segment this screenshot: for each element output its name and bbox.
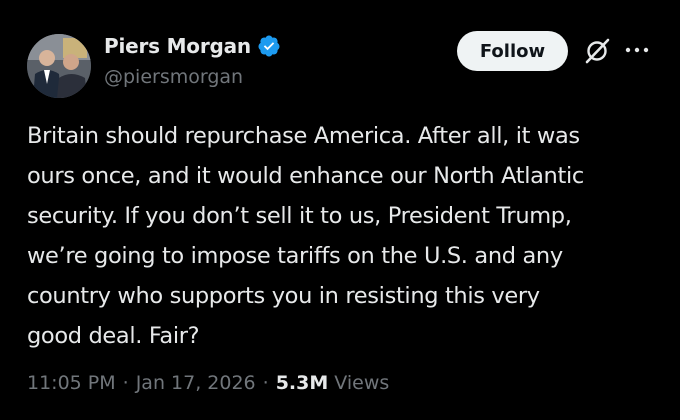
tweet-card: Piers Morgan @piersmorgan Follow Britain… [0, 0, 680, 420]
more-options-icon[interactable] [624, 40, 650, 60]
author-name[interactable]: Piers Morgan [104, 34, 251, 58]
tweet-date[interactable]: Jan 17, 2026 [136, 372, 256, 394]
tweet-text-line: good deal. Fair? [27, 323, 200, 349]
views-label: Views [334, 372, 390, 394]
tweet-text-line: ours once, and it would enhance our Nort… [27, 163, 584, 189]
author-name-row: Piers Morgan [104, 34, 281, 58]
tweet-text-line: we’re going to impose tariffs on the U.S… [27, 243, 563, 269]
author-handle[interactable]: @piersmorgan [104, 66, 243, 88]
views-count[interactable]: 5.3M [276, 372, 329, 394]
verified-badge-icon [258, 35, 280, 57]
tweet-time[interactable]: 11:05 PM [27, 372, 116, 394]
grok-icon[interactable] [583, 37, 611, 65]
meta-separator: · [262, 372, 269, 394]
follow-button[interactable]: Follow [457, 31, 568, 71]
meta-separator: · [122, 372, 129, 394]
avatar[interactable] [27, 34, 91, 98]
tweet-text-line: Britain should repurchase America. After… [27, 123, 580, 149]
tweet-text-line: security. If you don’t sell it to us, Pr… [27, 203, 572, 229]
tweet-text-line: country who supports you in resisting th… [27, 283, 540, 309]
tweet-text: Britain should repurchase America. After… [27, 116, 667, 356]
tweet-meta: 11:05 PM · Jan 17, 2026 · 5.3M Views [27, 372, 389, 394]
